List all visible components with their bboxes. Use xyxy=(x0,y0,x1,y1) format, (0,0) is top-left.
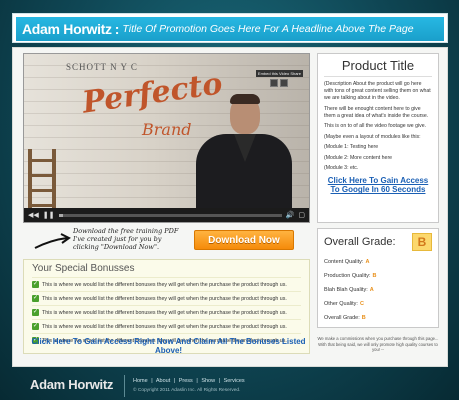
check-icon: ✓ xyxy=(32,309,39,316)
product-description: (Description About the product will go h… xyxy=(324,81,432,172)
sign-top-text: SCHOTT N Y C xyxy=(66,62,138,72)
grade-title: Overall Grade: xyxy=(324,236,396,248)
bonus-item-text: This is where we would list the differen… xyxy=(42,281,287,288)
video-controls: ◀◀ ❚❚ 🔊 ▢ xyxy=(24,208,309,222)
grade-label: Content Quality: xyxy=(324,259,364,265)
fullscreen-icon[interactable]: ▢ xyxy=(298,212,305,219)
grade-label: Other Quality: xyxy=(324,301,358,307)
check-icon: ✓ xyxy=(32,281,39,288)
footer-link-home[interactable]: Home xyxy=(133,378,148,384)
product-desc-line: (Module 3: etc. xyxy=(324,165,359,172)
bonus-title: Your Special Bonusses xyxy=(32,263,135,274)
product-desc-line: This is on to of all the video footage w… xyxy=(324,123,427,130)
download-note: Download the free training PDF I've crea… xyxy=(73,227,179,252)
footer-link-show[interactable]: Show xyxy=(201,378,215,384)
overall-grade-badge: B xyxy=(412,233,432,251)
grade-value: A xyxy=(365,259,370,265)
footer-logo: Adam Horwitz xyxy=(30,377,114,392)
header-title: Title Of Promotion Goes Here For A Headl… xyxy=(122,23,414,35)
footer-link-services[interactable]: Services xyxy=(224,378,245,384)
presenter-hair xyxy=(230,94,260,104)
grade-label: Blah Blah Quality: xyxy=(324,287,368,293)
bonus-item-text: This is where we would list the differen… xyxy=(42,323,287,330)
grade-header: Overall Grade: B xyxy=(324,233,432,251)
bonus-item: ✓ This is where we would list the differ… xyxy=(32,319,301,333)
grade-value: B xyxy=(361,315,366,321)
header-bar: Adam Horwitz : Title Of Promotion Goes H… xyxy=(12,13,448,43)
footer-nav-sep: | xyxy=(173,378,176,384)
product-title: Product Title xyxy=(324,58,432,77)
google-access-link[interactable]: Click Here To Gain Access To Google In 6… xyxy=(324,176,432,194)
play-icon[interactable]: ❚❚ xyxy=(43,212,55,219)
video-share-buttons: Embed this Video Share xyxy=(255,70,303,87)
footer-nav: Home | About | Press | Show | Services xyxy=(133,378,247,384)
product-desc-line: (Description About the product will go h… xyxy=(324,81,431,102)
share-icons xyxy=(270,79,289,87)
bonus-item-text: This is where we would list the differen… xyxy=(42,309,287,316)
page: Adam Horwitz : Title Of Promotion Goes H… xyxy=(0,0,459,400)
volume-icon[interactable]: 🔊 xyxy=(286,212,295,219)
footer-nav-sep: | xyxy=(196,378,198,384)
video-player[interactable]: SCHOTT N Y C Perfecto Brand Embed this V… xyxy=(23,53,310,223)
main-container: SCHOTT N Y C Perfecto Brand Embed this V… xyxy=(12,47,448,367)
product-desc-line: There will be enought content here to gi… xyxy=(324,105,429,119)
bonus-item: ✓ This is where we would list the differ… xyxy=(32,291,301,305)
product-panel: Product Title (Description About the pro… xyxy=(317,53,439,223)
video-progress-fill xyxy=(58,213,63,217)
footer-nav-sep: | xyxy=(218,378,221,384)
footer-link-press[interactable]: Press xyxy=(179,378,193,384)
claim-bonuses-link[interactable]: Click Here To Gain Access Right Now And … xyxy=(25,337,312,355)
header-stripe: Adam Horwitz : Title Of Promotion Goes H… xyxy=(16,17,444,41)
grade-panel: Overall Grade: B Content Quality: A Produ… xyxy=(317,228,439,328)
product-desc-line: (Module 1: Testing here xyxy=(324,144,379,151)
grade-row: Other Quality: C xyxy=(324,297,432,311)
grade-value: C xyxy=(359,301,364,307)
footer-copyright: © Copyright 2011 Adaslin Inc. All Rights… xyxy=(133,388,241,393)
grade-value: B xyxy=(372,273,377,279)
footer-nav-sep: | xyxy=(151,378,153,384)
share-label: Embed this Video Share xyxy=(255,70,303,77)
grade-label: Production Quality: xyxy=(324,273,371,279)
grade-label: Overall Grade: xyxy=(324,315,360,321)
share-icon[interactable] xyxy=(280,79,289,87)
header-name: Adam Horwitz xyxy=(22,21,112,37)
rewind-icon[interactable]: ◀◀ xyxy=(28,212,39,219)
product-desc-line: (Module 2: More content here xyxy=(324,154,393,161)
bonus-item-text: This is where we would list the differen… xyxy=(42,295,287,302)
grade-row: Overall Grade: B xyxy=(324,311,432,325)
footer-divider xyxy=(124,375,125,397)
bonus-item: ✓ This is where we would list the differ… xyxy=(32,277,301,291)
grade-value: A xyxy=(369,287,374,293)
header-separator: : xyxy=(114,21,120,37)
grade-row: Content Quality: A xyxy=(324,255,432,269)
commission-note: We make a commissions when you purchase … xyxy=(317,336,439,353)
grade-row: Production Quality: B xyxy=(324,269,432,283)
arrow-icon xyxy=(34,233,71,249)
grade-row: Blah Blah Quality: A xyxy=(324,283,432,297)
embed-icon[interactable] xyxy=(270,79,279,87)
footer-link-about[interactable]: About xyxy=(156,378,170,384)
sign-sub-text: Brand xyxy=(142,120,192,139)
bonus-item: ✓ This is where we would list the differ… xyxy=(32,305,301,319)
download-now-button[interactable]: Download Now xyxy=(194,230,294,250)
check-icon: ✓ xyxy=(32,295,39,302)
check-icon: ✓ xyxy=(32,323,39,330)
product-desc-line: (Maybe even a layout of modules like thi… xyxy=(324,133,421,140)
video-progress-bar[interactable] xyxy=(58,213,282,217)
